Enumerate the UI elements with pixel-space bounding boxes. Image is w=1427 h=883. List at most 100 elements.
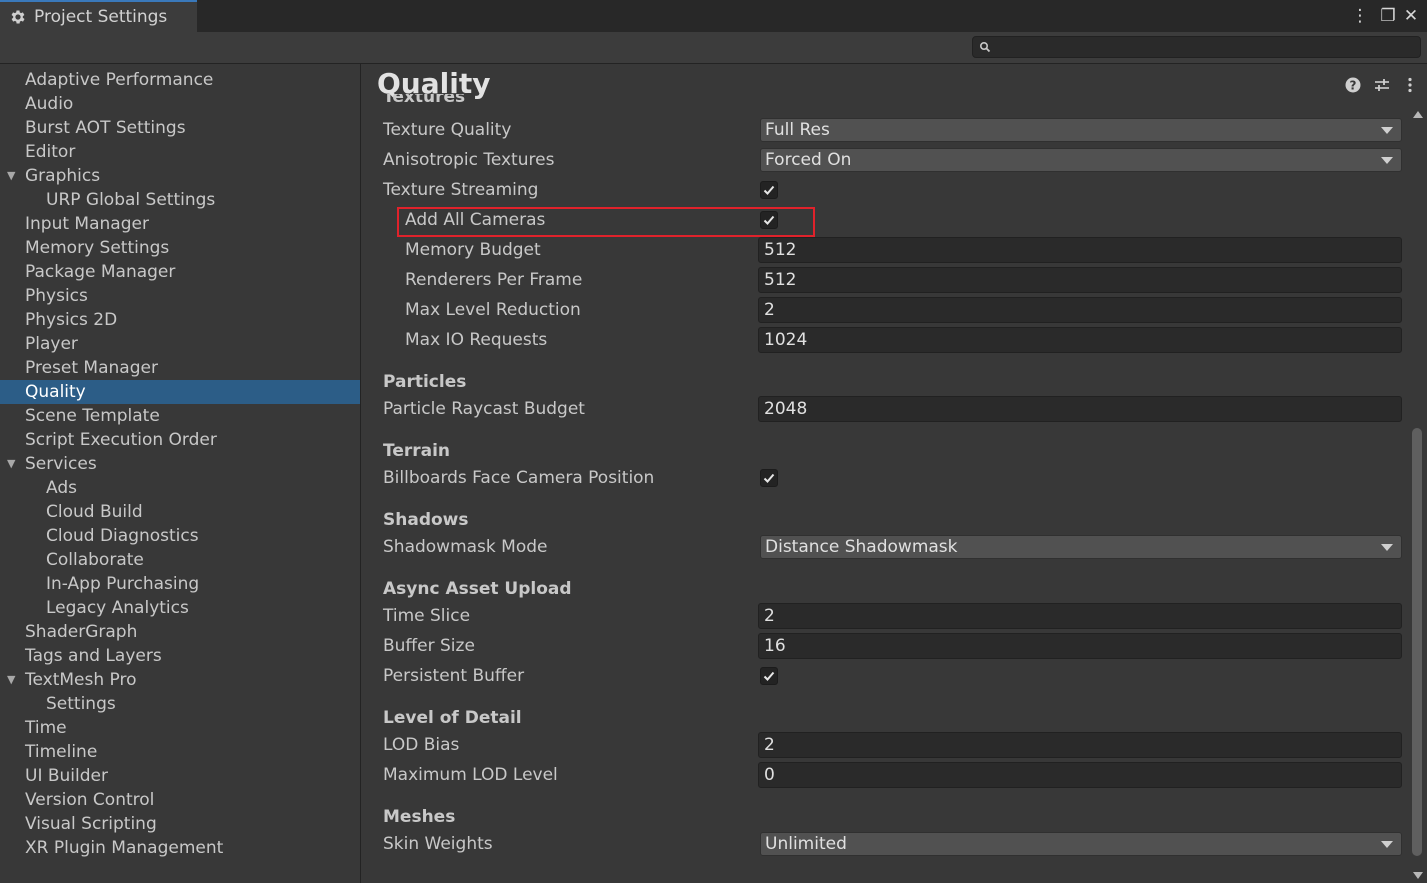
- particle-raycast-budget-label: Particle Raycast Budget: [383, 399, 585, 419]
- sidebar-item-tags-and-layers[interactable]: Tags and Layers: [0, 644, 360, 668]
- section-heading-terrain: Terrain: [383, 441, 451, 461]
- scrollbar-thumb[interactable]: [1412, 428, 1422, 856]
- section-heading-shadows: Shadows: [383, 510, 469, 530]
- sidebar-item-input-manager[interactable]: Input Manager: [0, 212, 360, 236]
- field-value: 512: [764, 270, 797, 290]
- search-icon: [979, 41, 991, 53]
- sidebar-item-quality[interactable]: Quality: [0, 380, 360, 404]
- sidebar-item-visual-scripting[interactable]: Visual Scripting: [0, 812, 360, 836]
- sidebar-item-burst-aot-settings[interactable]: Burst AOT Settings: [0, 116, 360, 140]
- close-icon[interactable]: ✕: [1402, 6, 1420, 26]
- renderers-per-frame-label: Renderers Per Frame: [405, 270, 583, 290]
- texture-quality-label: Texture Quality: [383, 120, 512, 140]
- billboards-face-camera-checkbox[interactable]: [760, 469, 778, 487]
- texture-streaming-label: Texture Streaming: [383, 180, 539, 200]
- time-slice-field[interactable]: 2: [758, 603, 1402, 629]
- sidebar-item-cloud-diagnostics[interactable]: Cloud Diagnostics: [0, 524, 360, 548]
- sidebar-item-timeline[interactable]: Timeline: [0, 740, 360, 764]
- field-value: 2: [764, 300, 775, 320]
- buffer-size-label: Buffer Size: [383, 636, 475, 656]
- chevron-down-icon: [1381, 841, 1393, 848]
- sidebar-item-package-manager[interactable]: Package Manager: [0, 260, 360, 284]
- anisotropic-textures-dropdown[interactable]: Forced On: [760, 148, 1402, 172]
- sidebar-item-scene-template[interactable]: Scene Template: [0, 404, 360, 428]
- sidebar-item-physics[interactable]: Physics: [0, 284, 360, 308]
- sidebar-item-script-execution-order[interactable]: Script Execution Order: [0, 428, 360, 452]
- persistent-buffer-label: Persistent Buffer: [383, 666, 525, 686]
- maximum-lod-level-field[interactable]: 0: [758, 762, 1402, 788]
- sidebar-item-cloud-build[interactable]: Cloud Build: [0, 500, 360, 524]
- dropdown-value: Full Res: [765, 120, 830, 140]
- billboards-face-camera-label: Billboards Face Camera Position: [383, 468, 655, 488]
- search-input[interactable]: [997, 37, 1421, 59]
- sidebar-item-legacy-analytics[interactable]: Legacy Analytics: [0, 596, 360, 620]
- memory-budget-label: Memory Budget: [405, 240, 541, 260]
- search-toolbar: [0, 32, 1427, 64]
- buffer-size-field[interactable]: 16: [758, 633, 1402, 659]
- sidebar-item-collaborate[interactable]: Collaborate: [0, 548, 360, 572]
- scroll-down-arrow-icon[interactable]: [1413, 872, 1423, 879]
- sidebar-item-textmesh-settings[interactable]: Settings: [0, 692, 360, 716]
- sidebar-item-physics-2d[interactable]: Physics 2D: [0, 308, 360, 332]
- max-level-reduction-field[interactable]: 2: [758, 297, 1402, 323]
- section-heading-meshes: Meshes: [383, 807, 456, 827]
- help-icon[interactable]: ?: [1344, 76, 1362, 94]
- max-io-requests-field[interactable]: 1024: [758, 327, 1402, 353]
- lod-bias-field[interactable]: 2: [758, 732, 1402, 758]
- dropdown-value: Forced On: [765, 150, 852, 170]
- particle-raycast-budget-field[interactable]: 2048: [758, 396, 1402, 422]
- sidebar-item-editor[interactable]: Editor: [0, 140, 360, 164]
- tab-label: Project Settings: [34, 7, 168, 27]
- section-heading-textures: Textures: [383, 94, 466, 107]
- quality-settings-panel: Quality ? Textures Texture Quality Full …: [361, 64, 1427, 883]
- maximize-icon[interactable]: ❐: [1379, 6, 1397, 26]
- sidebar-item-ui-builder[interactable]: UI Builder: [0, 764, 360, 788]
- sidebar-item-ads[interactable]: Ads: [0, 476, 360, 500]
- sidebar-item-player[interactable]: Player: [0, 332, 360, 356]
- more-options-icon[interactable]: [1401, 76, 1419, 94]
- more-options-icon[interactable]: ⋮: [1351, 6, 1369, 26]
- persistent-buffer-checkbox[interactable]: [760, 667, 778, 685]
- renderers-per-frame-field[interactable]: 512: [758, 267, 1402, 293]
- sidebar-item-xr-plugin-management[interactable]: XR Plugin Management: [0, 836, 360, 860]
- skin-weights-dropdown[interactable]: Unlimited: [760, 832, 1402, 856]
- svg-text:?: ?: [1350, 79, 1357, 93]
- search-box[interactable]: [972, 36, 1421, 59]
- sidebar-item-urp-global-settings[interactable]: URP Global Settings: [0, 188, 360, 212]
- maximum-lod-level-label: Maximum LOD Level: [383, 765, 558, 785]
- sidebar-item-memory-settings[interactable]: Memory Settings: [0, 236, 360, 260]
- checkmark-icon: [763, 473, 775, 483]
- shadowmask-mode-dropdown[interactable]: Distance Shadowmask: [760, 535, 1402, 559]
- field-value: 0: [764, 765, 775, 785]
- expand-arrow-icon[interactable]: ▼: [7, 668, 15, 692]
- sidebar-item-time[interactable]: Time: [0, 716, 360, 740]
- time-slice-label: Time Slice: [383, 606, 471, 626]
- checkmark-icon: [763, 671, 775, 681]
- sidebar-item-textmesh-pro[interactable]: ▼ TextMesh Pro: [0, 668, 360, 692]
- add-all-cameras-label: Add All Cameras: [405, 210, 546, 230]
- sidebar-item-adaptive-performance[interactable]: Adaptive Performance: [0, 68, 360, 92]
- texture-streaming-checkbox[interactable]: [760, 181, 778, 199]
- lod-bias-label: LOD Bias: [383, 735, 460, 755]
- preset-sliders-icon[interactable]: [1373, 76, 1391, 94]
- sidebar-item-version-control[interactable]: Version Control: [0, 788, 360, 812]
- chevron-down-icon: [1381, 544, 1393, 551]
- project-settings-tab[interactable]: Project Settings: [0, 0, 197, 32]
- sidebar-item-graphics[interactable]: ▼ Graphics: [0, 164, 360, 188]
- sidebar-item-in-app-purchasing[interactable]: In-App Purchasing: [0, 572, 360, 596]
- sidebar-item-audio[interactable]: Audio: [0, 92, 360, 116]
- dropdown-value: Unlimited: [765, 834, 847, 854]
- memory-budget-field[interactable]: 512: [758, 237, 1402, 263]
- expand-arrow-icon[interactable]: ▼: [7, 164, 15, 188]
- shadowmask-mode-label: Shadowmask Mode: [383, 537, 548, 557]
- field-value: 2: [764, 735, 775, 755]
- field-value: 1024: [764, 330, 808, 350]
- expand-arrow-icon[interactable]: ▼: [7, 452, 15, 476]
- add-all-cameras-checkbox[interactable]: [760, 211, 778, 229]
- scroll-up-arrow-icon[interactable]: [1413, 111, 1423, 118]
- sidebar-item-preset-manager[interactable]: Preset Manager: [0, 356, 360, 380]
- texture-quality-dropdown[interactable]: Full Res: [760, 118, 1402, 142]
- sidebar-item-services[interactable]: ▼ Services: [0, 452, 360, 476]
- sidebar-item-shadergraph[interactable]: ShaderGraph: [0, 620, 360, 644]
- vertical-scrollbar[interactable]: [1409, 104, 1425, 883]
